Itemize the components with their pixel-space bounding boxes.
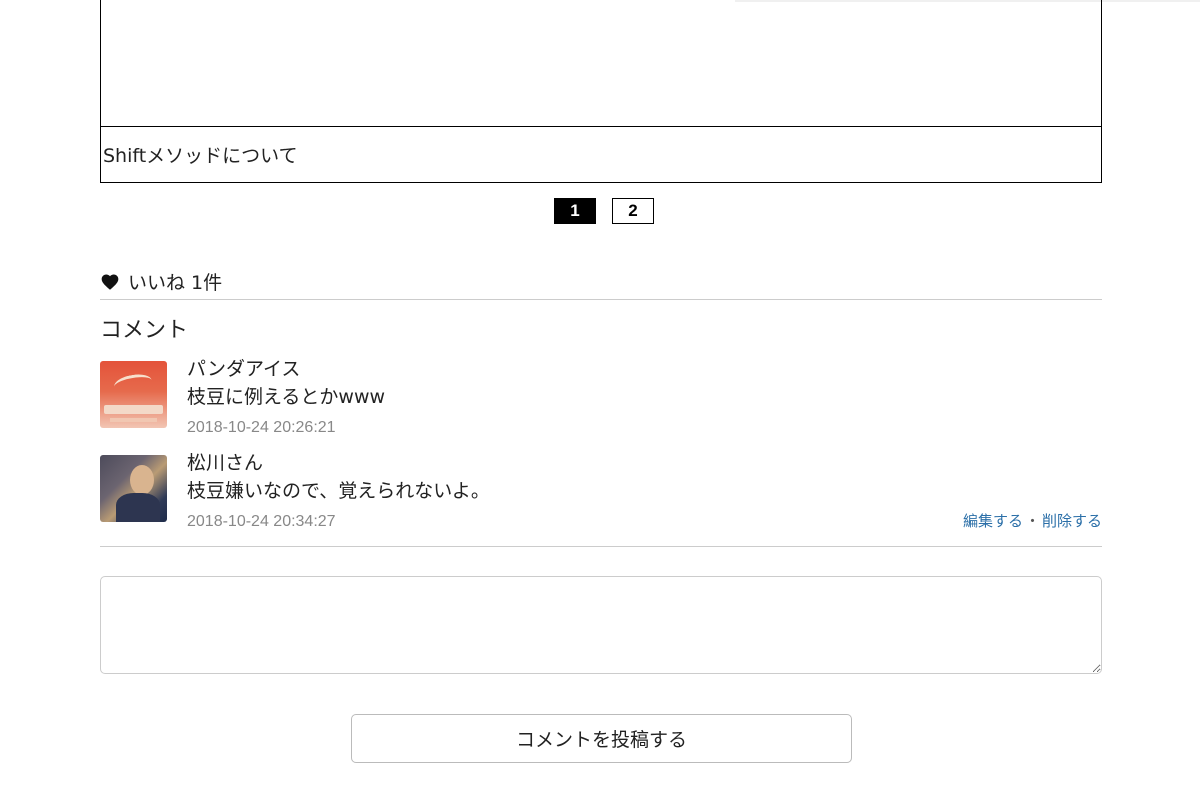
divider <box>100 299 1102 300</box>
avatar-graphic <box>112 371 154 396</box>
page-button-2[interactable]: 2 <box>612 198 654 224</box>
like-row[interactable]: いいね 1件 <box>100 268 222 295</box>
action-separator: ・ <box>1024 512 1040 530</box>
slide-image-area <box>101 0 1101 127</box>
avatar-graphic <box>130 465 154 495</box>
comment-actions: 編集する・削除する <box>963 510 1102 531</box>
heart-icon[interactable] <box>100 272 120 292</box>
comment-body: 松川さん 枝豆嫌いなので、覚えられないよ。 2018-10-24 20:34:2… <box>187 450 1102 533</box>
avatar-graphic <box>110 418 157 422</box>
comment-text: 枝豆に例えるとかwww <box>187 386 386 408</box>
slide-caption: Shiftメソッドについて <box>103 145 298 167</box>
edit-comment-link[interactable]: 編集する <box>963 512 1023 530</box>
comments-heading: コメント <box>100 318 189 343</box>
comment-author[interactable]: パンダアイス <box>187 356 1102 382</box>
avatar[interactable] <box>100 455 167 522</box>
divider <box>100 546 1102 547</box>
avatar-graphic <box>116 493 160 522</box>
submit-comment-button[interactable]: コメントを投稿する <box>351 714 852 763</box>
comment-author[interactable]: 松川さん <box>187 450 1102 476</box>
avatar-graphic <box>104 405 163 414</box>
comment-textarea[interactable] <box>100 576 1102 674</box>
comment-timestamp: 2018-10-24 20:26:21 <box>187 419 336 436</box>
pagination: 1 2 <box>0 198 1200 224</box>
delete-comment-link[interactable]: 削除する <box>1042 512 1102 530</box>
like-count: いいね 1件 <box>128 272 223 294</box>
comment-body: パンダアイス 枝豆に例えるとかwww 2018-10-24 20:26:21 <box>187 356 1102 439</box>
page: Shiftメソッドについて 1 2 いいね 1件 コメント パンダアイス 枝豆に… <box>0 0 1200 800</box>
page-button-1[interactable]: 1 <box>554 198 596 224</box>
slide-viewer: Shiftメソッドについて <box>100 0 1102 183</box>
avatar[interactable] <box>100 361 167 428</box>
comment-text: 枝豆嫌いなので、覚えられないよ。 <box>187 480 490 502</box>
